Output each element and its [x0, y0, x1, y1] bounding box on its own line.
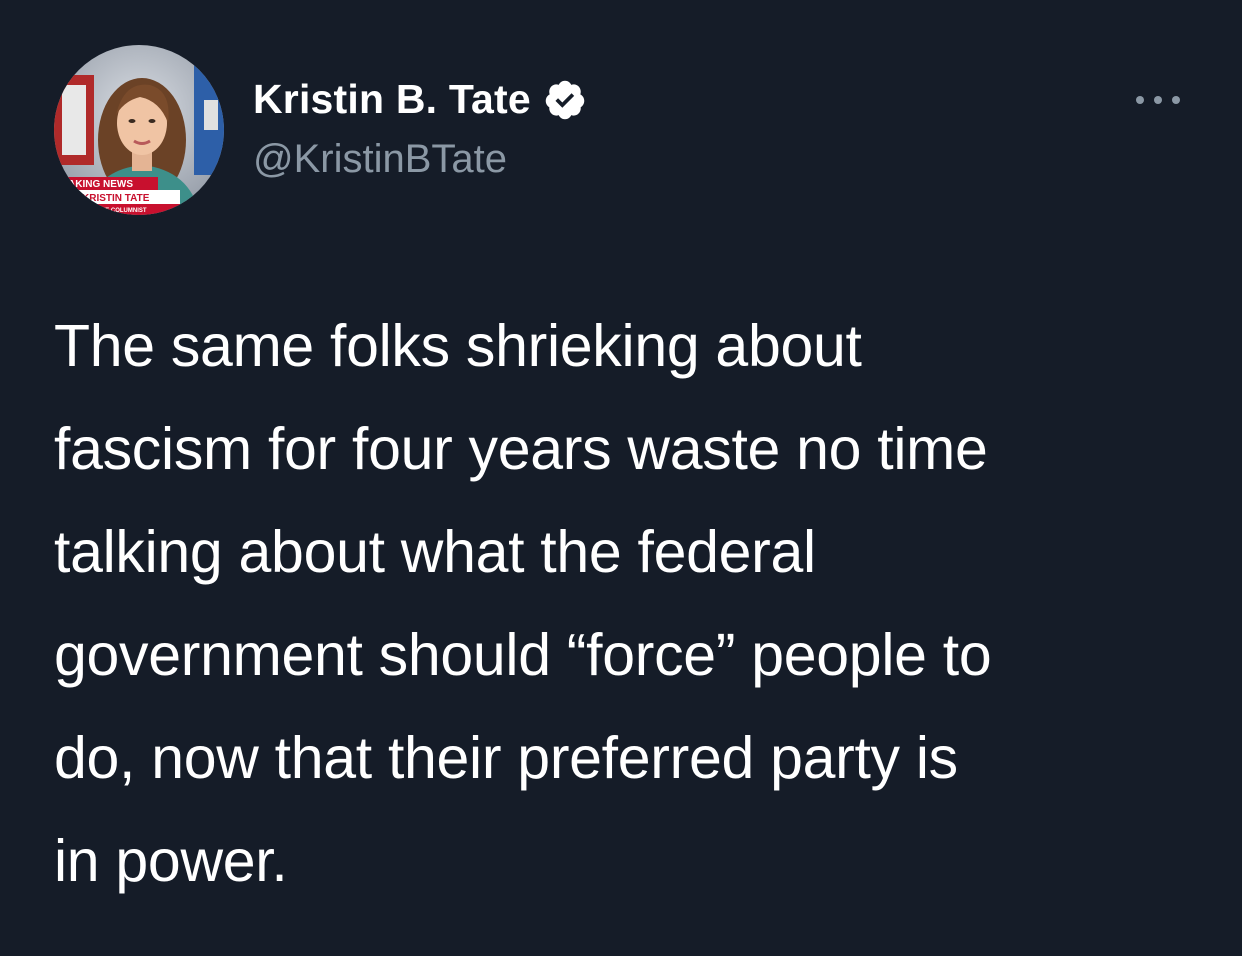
tweet-text-line: in power. [54, 828, 288, 894]
tweet-text-line: The same folks shrieking about [54, 313, 862, 379]
display-name-row[interactable]: Kristin B. Tate [253, 76, 587, 123]
tweet-text-line: government should “force” people to [54, 622, 992, 688]
handle[interactable]: @KristinBTate [253, 137, 507, 182]
chyron-line2: KRISTIN TATE [82, 193, 150, 204]
display-name[interactable]: Kristin B. Tate [253, 76, 531, 123]
tweet-text-line: talking about what the federal [54, 519, 816, 585]
avatar-image: AKING NEWS KRISTIN TATE ATIVE COLUMNIST [54, 45, 224, 215]
chyron-line1: AKING NEWS [68, 179, 133, 190]
chyron-line3: ATIVE COLUMNIST [92, 208, 147, 214]
verified-badge-icon [545, 80, 585, 119]
more-options-icon[interactable] [1130, 85, 1186, 115]
tweet-text-line: do, now that their preferred party is [54, 725, 958, 791]
tweet-text-line: fascism for four years waste no time [54, 416, 988, 482]
avatar[interactable]: AKING NEWS KRISTIN TATE ATIVE COLUMNIST [54, 45, 224, 215]
tweet-card: AKING NEWS KRISTIN TATE ATIVE COLUMNIST … [0, 0, 1242, 956]
tweet-text: The same folks shrieking about fascism f… [54, 295, 1214, 913]
